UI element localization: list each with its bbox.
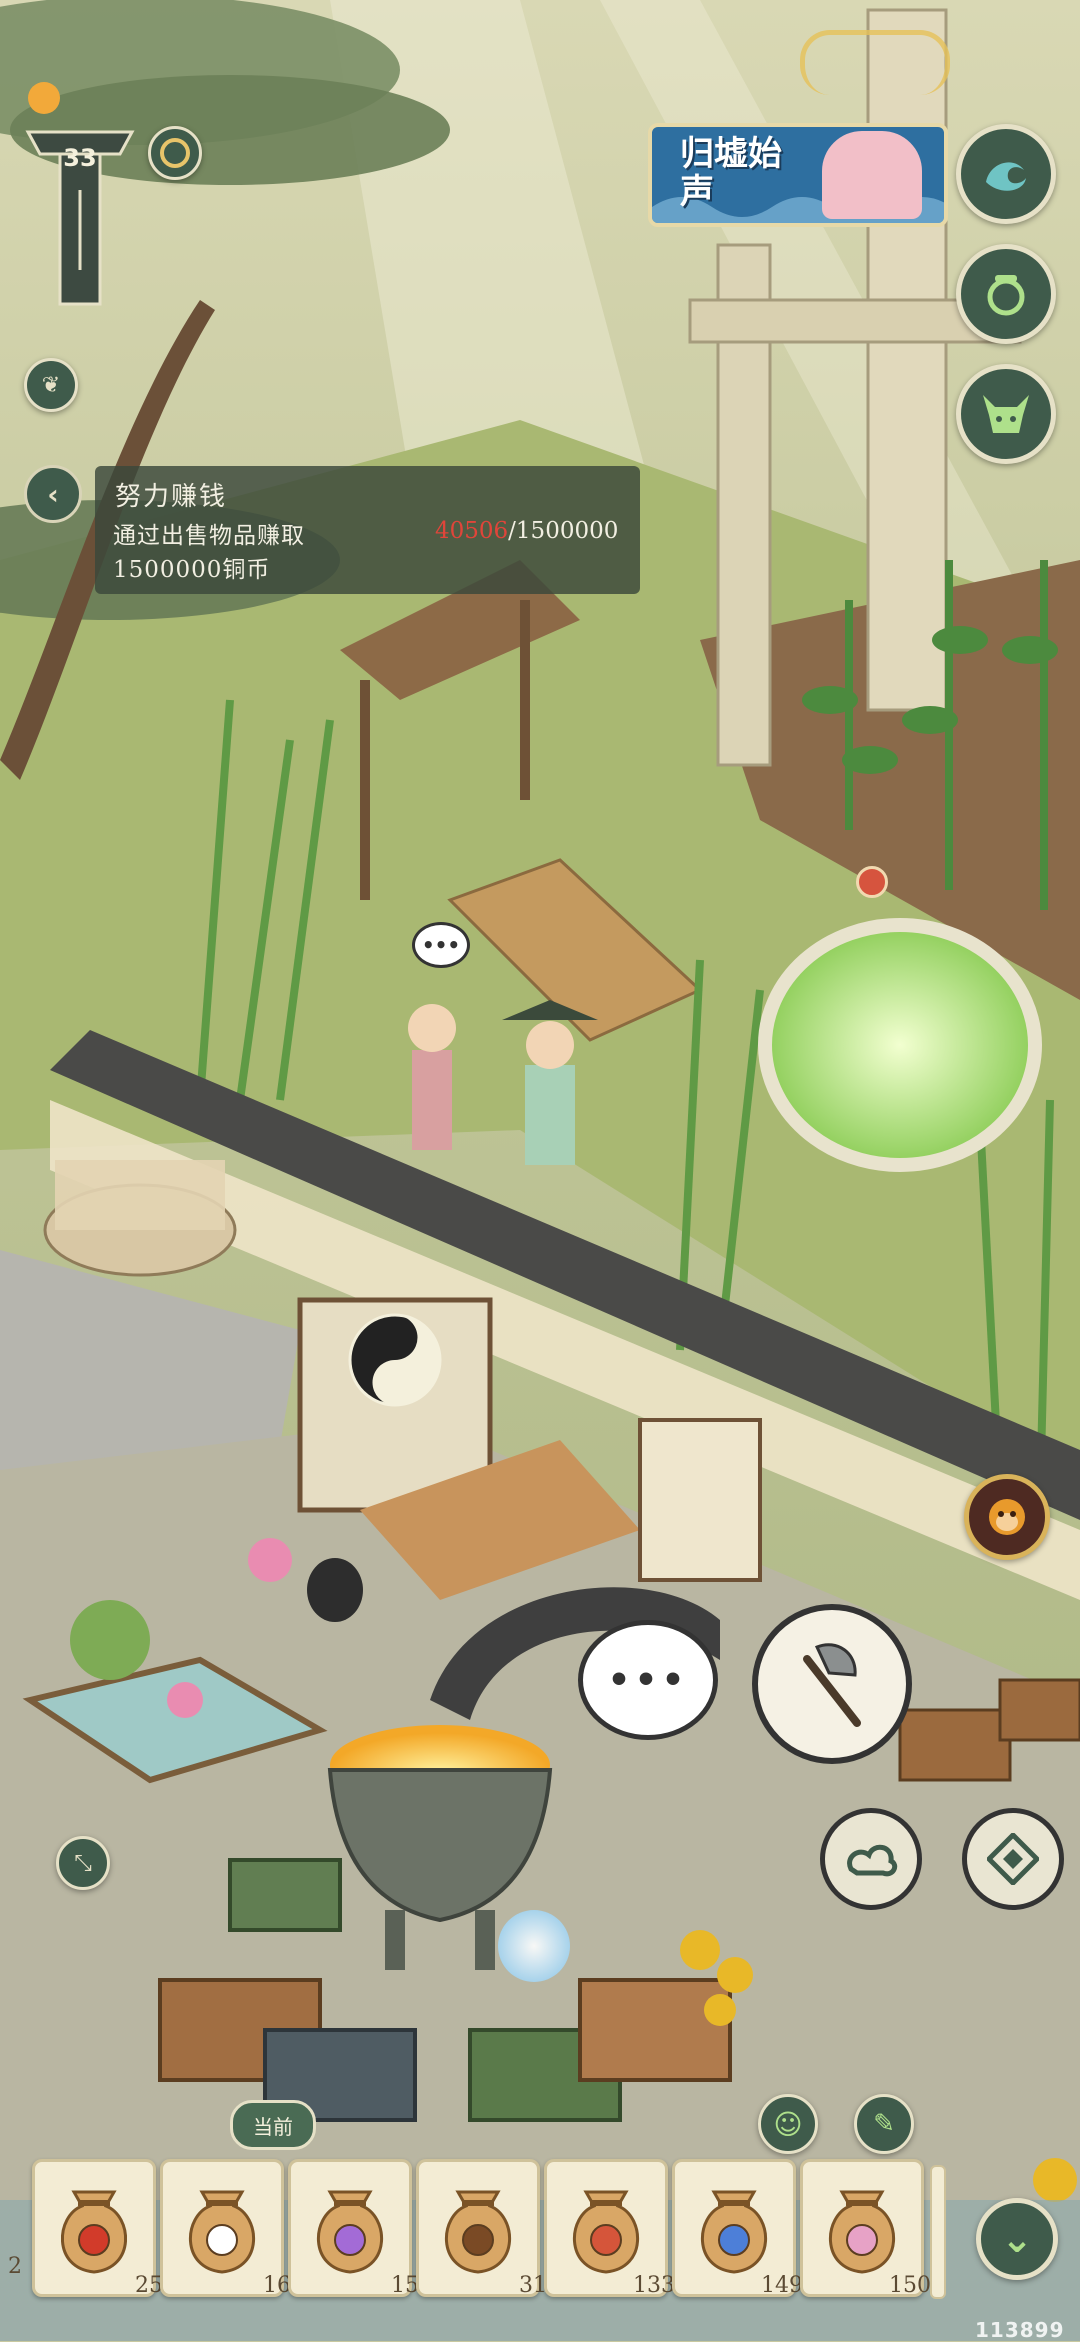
- cauldron-icon: [987, 275, 1025, 316]
- compass-icon: [160, 138, 190, 168]
- wave-button[interactable]: [956, 124, 1056, 224]
- leaf-icon: ❦: [41, 372, 61, 398]
- chevron-down-icon: ⌄: [1001, 2217, 1033, 2261]
- quest-tracker-panel[interactable]: 努力赚钱 通过出售物品赚取 40506/1500000 1500000铜币: [95, 466, 640, 594]
- sun-icon: [28, 82, 60, 114]
- inventory-slot-count: 133: [633, 2273, 675, 2298]
- cloud-icon: [847, 1844, 898, 1877]
- expand-inventory-button[interactable]: ⌄: [976, 2198, 1058, 2280]
- inventory-slot[interactable]: 150: [800, 2159, 931, 2298]
- leaf-menu-button[interactable]: ❦: [24, 358, 78, 412]
- event-banner-title: 归墟始声: [680, 134, 782, 212]
- player-level-value: 33: [63, 144, 97, 172]
- location-pin-icon[interactable]: [856, 866, 888, 898]
- inventory-slot-count: 150: [889, 2273, 931, 2298]
- formation-skill-button[interactable]: [962, 1808, 1064, 1910]
- white-flower-seed-bag-icon: [189, 2190, 255, 2274]
- quest-reward: 1500000铜币: [113, 557, 271, 583]
- cauldron-button[interactable]: [956, 244, 1056, 344]
- cloud-skill-button[interactable]: [820, 1808, 922, 1910]
- pink-flower-seed-bag-icon: [829, 2190, 895, 2274]
- dragon-maiden-avatar: [822, 131, 922, 219]
- inventory-slot-count: 25: [135, 2273, 163, 2298]
- seed-inventory-bar: 25 16 15 31 133 149 150: [0, 2145, 960, 2298]
- smile-icon: ☺: [773, 2107, 803, 2141]
- chat-bubble-icon: •••: [607, 1659, 689, 1701]
- spirit-wisp-icon[interactable]: [498, 1910, 570, 1982]
- chevron-left-icon: ‹: [47, 477, 59, 511]
- collapse-view-button[interactable]: ⤡: [56, 1836, 110, 1890]
- collapse-arrows-icon: ⤡: [74, 1850, 92, 1876]
- ellipsis-icon: •••: [421, 933, 461, 957]
- monkey-face-icon: [989, 1499, 1025, 1535]
- npc-chat-bubble[interactable]: •••: [412, 922, 470, 968]
- chop-button[interactable]: [752, 1604, 912, 1764]
- compass-button[interactable]: [148, 126, 202, 180]
- inventory-slot[interactable]: 15: [288, 2159, 419, 2298]
- inventory-scroll-edge: [930, 2165, 946, 2299]
- interact-chat-button[interactable]: •••: [578, 1620, 718, 1740]
- game-scene: [0, 0, 1080, 2341]
- brush-icon: ✎: [873, 2109, 895, 2139]
- inventory-slot[interactable]: 16: [160, 2159, 291, 2298]
- dragon-ornament-icon: [800, 30, 950, 95]
- quest-title: 努力赚钱: [115, 482, 228, 512]
- inventory-slot[interactable]: 133: [544, 2159, 675, 2298]
- player-level-badge[interactable]: 33: [24, 120, 136, 310]
- inventory-slot[interactable]: 25: [32, 2159, 163, 2298]
- quest-description: 通过出售物品赚取: [113, 523, 305, 549]
- quest-collapse-button[interactable]: ‹: [24, 465, 82, 523]
- purple-flower-seed-bag-icon: [317, 2190, 383, 2274]
- axe-icon: [803, 1643, 861, 1727]
- quest-progress: 40506/1500000: [435, 518, 618, 544]
- ox-demon-button[interactable]: [956, 364, 1056, 464]
- nut-seed-bag-icon: [445, 2190, 511, 2274]
- current-selection-tag: 当前: [230, 2100, 316, 2150]
- inventory-slot-count: 149: [761, 2273, 803, 2298]
- watermark: 113899: [975, 2318, 1065, 2342]
- wave-icon: [986, 162, 1026, 191]
- inventory-slot[interactable]: 149: [672, 2159, 803, 2298]
- mushroom-seed-bag-icon: [573, 2190, 639, 2274]
- quest-progress-current: 40506: [435, 518, 509, 544]
- inventory-slot[interactable]: 31: [416, 2159, 547, 2298]
- quest-progress-total: /1500000: [508, 518, 619, 544]
- inventory-slot-count: 15: [391, 2273, 419, 2298]
- event-banner[interactable]: 归墟始声: [648, 123, 948, 227]
- diamond-formation-icon: [987, 1833, 1039, 1885]
- tomato-seed-bag-icon: [61, 2190, 127, 2274]
- monkey-king-button[interactable]: [964, 1474, 1050, 1560]
- inventory-slot-count: 16: [263, 2273, 291, 2298]
- blue-flower-seed-bag-icon: [701, 2190, 767, 2274]
- inventory-slot-count: 31: [519, 2273, 547, 2298]
- ox-demon-icon: [983, 395, 1029, 433]
